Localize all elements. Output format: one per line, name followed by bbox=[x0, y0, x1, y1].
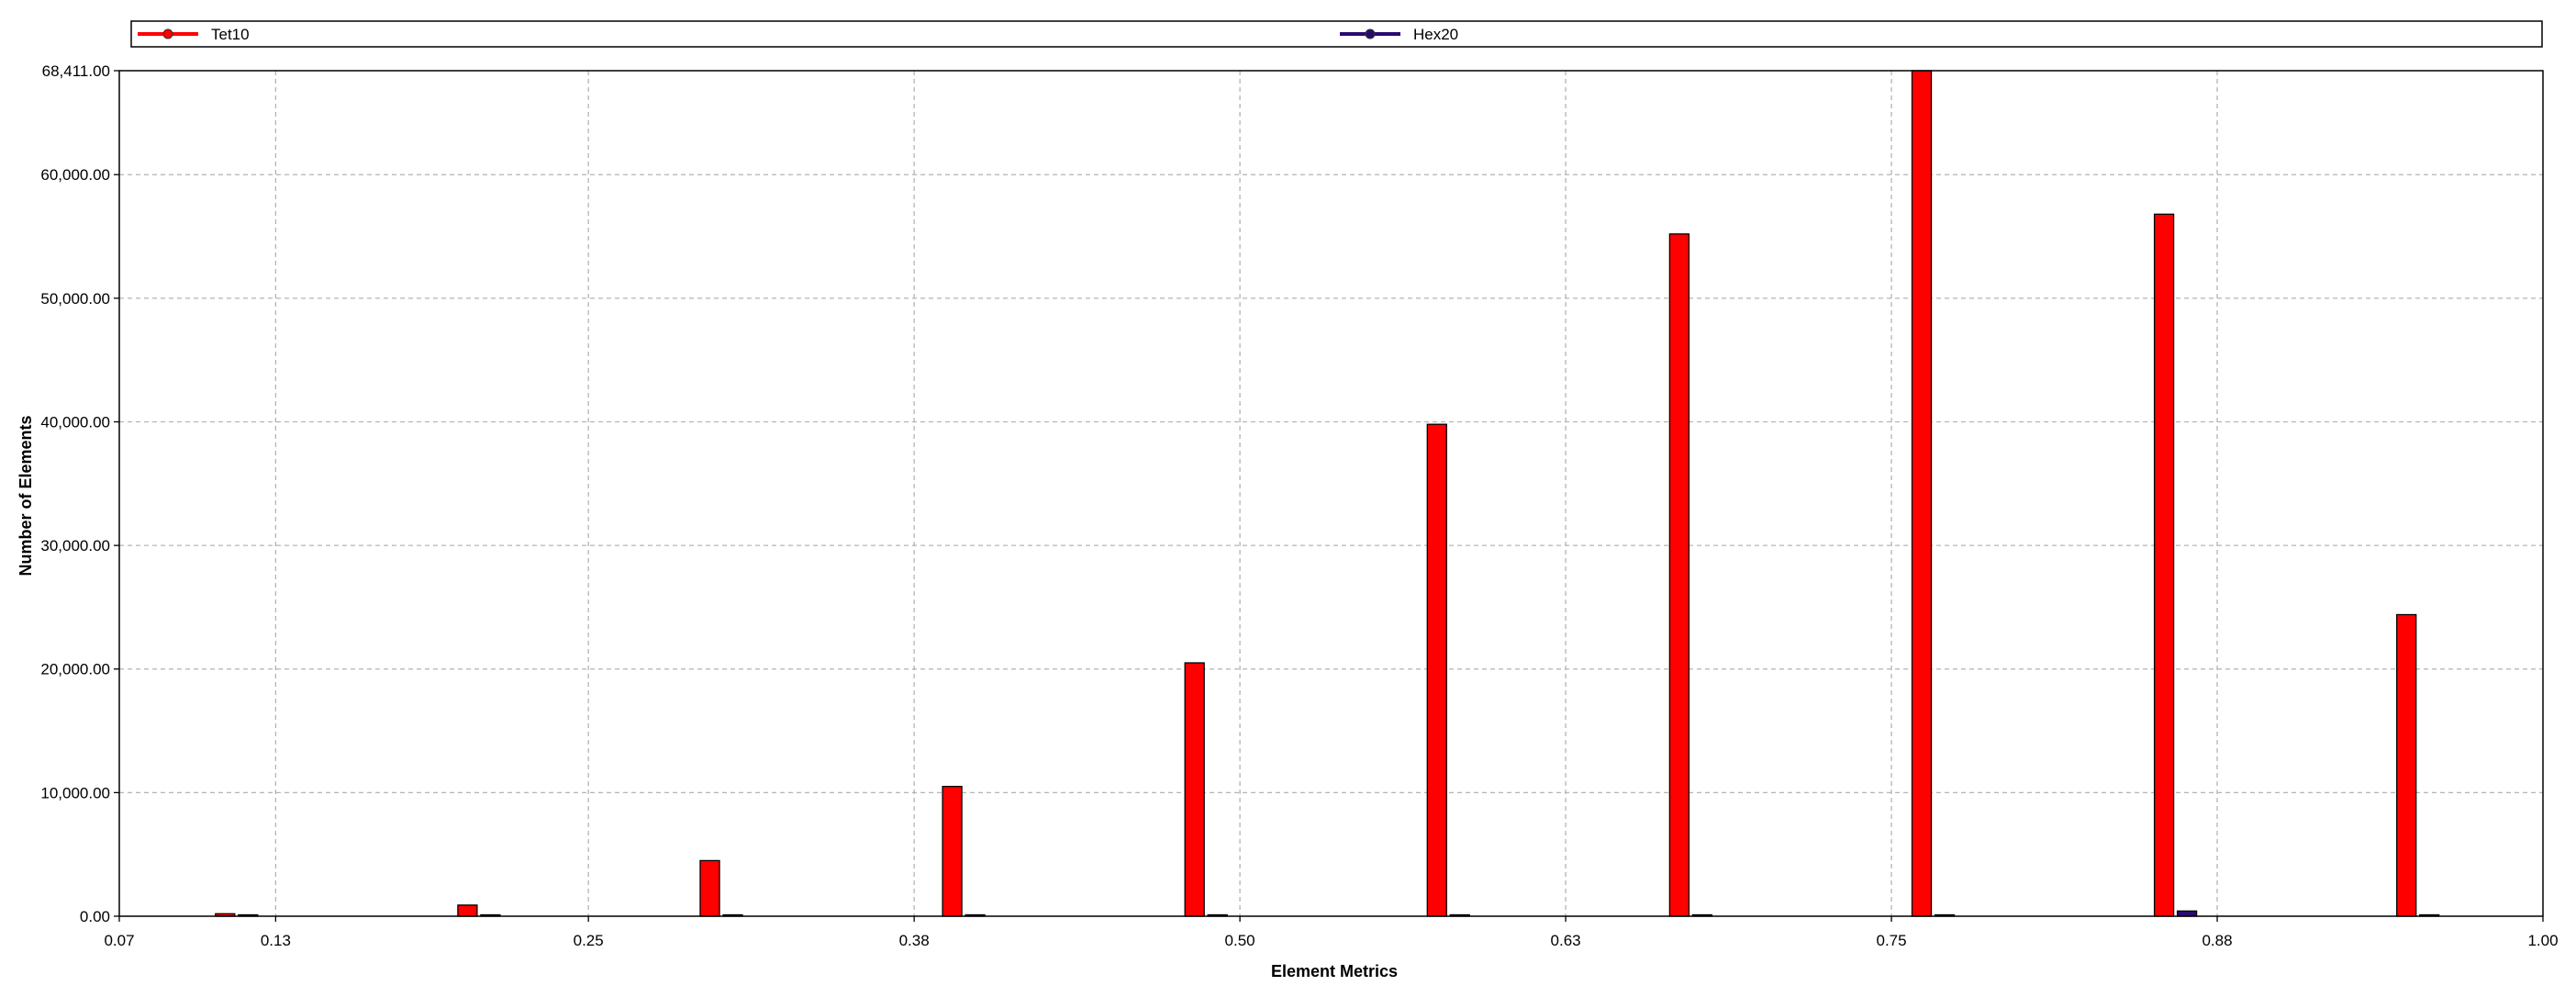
y-tick-label-6: 60,000.00 bbox=[40, 166, 110, 184]
y-tick-label-0: 0.00 bbox=[80, 908, 110, 925]
x-tick-label-4: 0.50 bbox=[1225, 932, 1255, 949]
axes bbox=[118, 70, 2544, 917]
grid bbox=[119, 71, 2543, 916]
bar-tet10-9 bbox=[2396, 613, 2417, 917]
bars bbox=[215, 70, 2440, 917]
x-tick-labels: 0.07 0.13 0.25 0.38 0.50 0.63 0.75 0.88 1.00 bbox=[104, 916, 2559, 949]
legend-marker-hex20 bbox=[1365, 28, 1376, 39]
bar-tet10-5 bbox=[1426, 423, 1447, 917]
x-tick-label-6: 0.75 bbox=[1877, 932, 1907, 949]
bar-tet10-3 bbox=[942, 785, 963, 917]
plot-frame bbox=[118, 70, 2544, 917]
legend-box bbox=[130, 20, 2543, 48]
bar-tet10-2 bbox=[699, 859, 720, 917]
legend-label-tet10[interactable]: Tet10 bbox=[211, 26, 250, 43]
x-tick-label-2: 0.25 bbox=[574, 932, 604, 949]
y-tick-label-4: 40,000.00 bbox=[40, 413, 110, 431]
y-tick-label-7: 68,411.00 bbox=[42, 62, 110, 80]
bar-tet10-1 bbox=[457, 904, 478, 917]
x-tick-label-1: 0.13 bbox=[261, 932, 291, 949]
bar-tet10-4 bbox=[1184, 662, 1205, 917]
y-tick-labels: 0.00 10,000.00 20,000.00 30,000.00 40,000.00… bbox=[40, 62, 119, 925]
x-axis-title: Element Metrics bbox=[1271, 962, 1398, 980]
legend-marker-tet10 bbox=[162, 28, 173, 39]
x-tick-label-8: 1.00 bbox=[2527, 932, 2558, 949]
y-axis-title: Number of Elements bbox=[17, 415, 35, 576]
histogram-chart: Tet10 Hex20 0.00 10,000.00 20,000.00 30,000.… bbox=[17, 20, 2559, 980]
y-tick-label-2: 20,000.00 bbox=[40, 661, 110, 678]
bar-tet10-7 bbox=[1911, 70, 1933, 917]
x-tick-label-3: 0.38 bbox=[899, 932, 930, 949]
bar-tet10-8 bbox=[2153, 213, 2175, 917]
x-tick-label-0: 0.07 bbox=[104, 932, 134, 949]
y-tick-label-5: 50,000.00 bbox=[40, 290, 110, 308]
x-tick-label-5: 0.63 bbox=[1551, 932, 1581, 949]
bar-hex20-8 bbox=[2176, 910, 2198, 917]
legend-label-hex20[interactable]: Hex20 bbox=[1413, 26, 1458, 43]
bar-tet10-6 bbox=[1668, 233, 1690, 917]
y-tick-label-1: 10,000.00 bbox=[40, 784, 110, 801]
x-tick-label-7: 0.88 bbox=[2202, 932, 2232, 949]
y-tick-label-3: 30,000.00 bbox=[40, 537, 110, 555]
legend: Tet10 Hex20 bbox=[130, 20, 2543, 48]
